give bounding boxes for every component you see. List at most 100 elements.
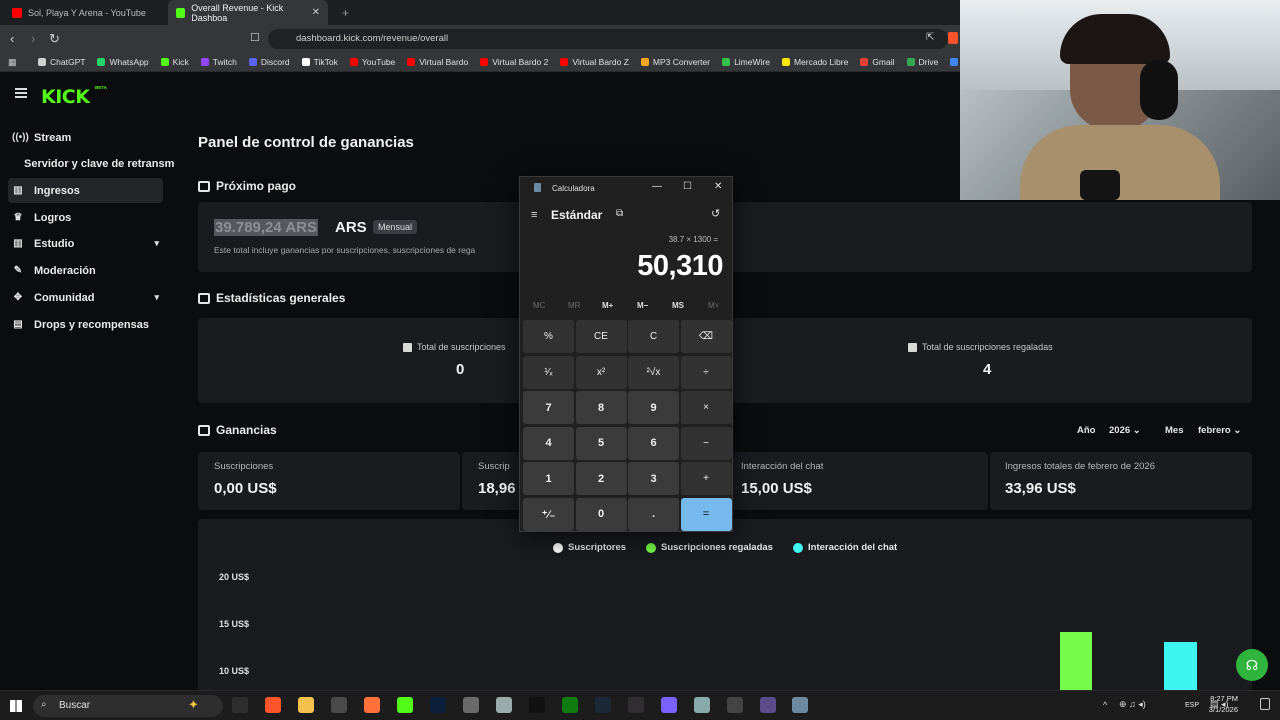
chart-legend-item[interactable]: Suscriptores	[553, 542, 626, 553]
digit-1-key[interactable]: 1	[523, 462, 574, 495]
subtract-key[interactable]: −	[680, 426, 732, 460]
help-chat-button[interactable]: ☊	[1236, 649, 1268, 681]
square-key[interactable]: x²	[575, 355, 627, 389]
reciprocal-key[interactable]: ¹⁄ₓ	[523, 355, 574, 389]
chart-legend-item[interactable]: Interacción del chat	[793, 542, 897, 553]
nav-menu-icon[interactable]: ≡	[531, 209, 537, 221]
memory-button[interactable]: MR	[568, 301, 580, 310]
bookmark-item[interactable]: Kick	[160, 57, 189, 67]
add-key[interactable]: +	[680, 462, 732, 495]
sidebar-item-stream[interactable]: ((•)) Stream	[8, 125, 163, 150]
bookmark-item[interactable]: Twitch	[200, 57, 237, 67]
back-icon[interactable]: ‹	[10, 31, 14, 46]
month-select[interactable]: febrero ⌄	[1198, 425, 1241, 436]
sidebar-item-ingresos[interactable]: ▥ Ingresos	[8, 178, 163, 203]
share-icon[interactable]: ⇱	[926, 32, 934, 43]
tray-chevron-icon[interactable]: ^	[1103, 700, 1107, 710]
notification-icon[interactable]	[1260, 698, 1270, 710]
decimal-key[interactable]: .	[628, 497, 679, 531]
close-tab-icon[interactable]: ✕	[312, 7, 320, 18]
bookmark-item[interactable]: Virtual Bardo 2	[480, 57, 548, 67]
calculator-taskbar-icon[interactable]	[792, 697, 808, 713]
obs-icon[interactable]	[628, 697, 644, 713]
live-app-icon[interactable]	[331, 697, 347, 713]
new-tab-button[interactable]: +	[334, 0, 357, 25]
memory-button[interactable]: MC	[533, 301, 545, 310]
windows-start-icon[interactable]	[10, 700, 22, 712]
app-icon[interactable]	[694, 697, 710, 713]
xbox-icon[interactable]	[562, 697, 578, 713]
year-select[interactable]: 2026 ⌄	[1109, 425, 1141, 436]
sidebar-item-estudio[interactable]: ▥ Estudio ▾	[8, 231, 163, 256]
url-field[interactable]: dashboard.kick.com/revenue/overall	[268, 29, 948, 49]
kick-logo[interactable]: KICK	[41, 86, 90, 108]
security-icon[interactable]	[496, 697, 512, 713]
kick-app-icon[interactable]	[397, 697, 413, 713]
sidebar-item-drops[interactable]: ▤ Drops y recompensas	[8, 312, 163, 337]
digit-9-key[interactable]: 9	[628, 391, 679, 424]
digit-6-key[interactable]: 6	[628, 426, 679, 460]
vr-icon[interactable]	[760, 697, 776, 713]
bookmark-item[interactable]: YouTube	[349, 57, 395, 67]
bookmark-item[interactable]: MP3 Converter	[640, 57, 710, 67]
apps-grid-icon[interactable]: ▦	[8, 57, 17, 68]
game-launcher-icon[interactable]	[661, 697, 677, 713]
chart-bar[interactable]	[1164, 642, 1197, 692]
firefox-icon[interactable]	[364, 697, 380, 713]
bookmark-item[interactable]: Virtual Bardo Z	[560, 57, 629, 67]
bookmark-star-icon[interactable]: ☐	[250, 31, 260, 44]
bookmark-item[interactable]: ChatGPT	[38, 57, 85, 67]
equals-key[interactable]: =	[680, 497, 732, 531]
file-explorer-icon[interactable]	[298, 697, 314, 713]
bookmark-item[interactable]: WhatsApp	[97, 57, 149, 67]
bookmark-item[interactable]: TikTok	[301, 57, 338, 67]
memory-button[interactable]: MS	[672, 301, 684, 310]
bookmark-item[interactable]: Gmail	[860, 57, 895, 67]
sidebar-item-logros[interactable]: ♛ Logros	[8, 205, 163, 230]
multiply-key[interactable]: ×	[680, 391, 732, 424]
percent-key[interactable]: %	[523, 320, 574, 353]
sidebar-item-comunidad[interactable]: ✥ Comunidad ▾	[8, 285, 163, 310]
bookmark-item[interactable]: Mercado Libre	[781, 57, 848, 67]
negate-key[interactable]: ⁺⁄₋	[523, 497, 574, 531]
reload-icon[interactable]: ↻	[49, 31, 60, 47]
taskbar-clock[interactable]: 8:27 PM 3/1/2026	[1209, 693, 1238, 715]
steam-icon[interactable]	[595, 697, 611, 713]
tab-kick-dashboard[interactable]: Overall Revenue - Kick Dashboa ✕	[168, 0, 328, 25]
copilot-sparkle-icon[interactable]: ✦	[188, 697, 199, 713]
digit-2-key[interactable]: 2	[575, 462, 627, 495]
digit-4-key[interactable]: 4	[523, 426, 574, 460]
capcut-icon[interactable]	[529, 697, 545, 713]
tab-youtube[interactable]: Sol, Playa Y Arena - YouTube	[4, 0, 164, 25]
keep-on-top-icon[interactable]: ⧉	[616, 208, 623, 219]
menu-icon[interactable]	[15, 88, 27, 98]
bookmark-item[interactable]: Drive	[906, 57, 938, 67]
tray-icons[interactable]: ⊕ ♫ ◂)	[1119, 699, 1146, 710]
clear-key[interactable]: C	[628, 320, 679, 353]
digit-5-key[interactable]: 5	[575, 426, 627, 460]
memory-button[interactable]: M−	[637, 301, 648, 310]
digit-3-key[interactable]: 3	[628, 462, 679, 495]
digit-7-key[interactable]: 7	[523, 391, 574, 424]
square-root-key[interactable]: ²√x	[628, 355, 679, 389]
memory-button[interactable]: M˅	[708, 301, 719, 310]
task-view-icon[interactable]	[232, 697, 248, 713]
memory-button[interactable]: M+	[602, 301, 613, 310]
sidebar-item-stream-key[interactable]: Servidor y clave de retransm	[24, 158, 174, 170]
settings-icon[interactable]	[463, 697, 479, 713]
digit-0-key[interactable]: 0	[575, 497, 627, 531]
clear-entry-key[interactable]: CE	[575, 320, 627, 353]
brave-shield-icon[interactable]	[948, 32, 958, 44]
chart-legend-item[interactable]: Suscripciones regaladas	[646, 542, 773, 553]
bookmark-item[interactable]: Virtual Bardo	[407, 57, 468, 67]
controller-icon[interactable]	[727, 697, 743, 713]
maximize-button[interactable]: ☐	[683, 181, 692, 192]
photoshop-icon[interactable]	[430, 697, 446, 713]
bookmark-item[interactable]: LimeWire	[722, 57, 770, 67]
close-button[interactable]: ✕	[714, 181, 722, 192]
sidebar-item-moderacion[interactable]: ✎ Moderación	[8, 258, 163, 283]
language-indicator[interactable]: ESP	[1185, 702, 1199, 709]
divide-key[interactable]: ÷	[680, 355, 732, 389]
history-icon[interactable]: ↺	[711, 207, 720, 220]
bookmark-item[interactable]: Discord	[248, 57, 290, 67]
